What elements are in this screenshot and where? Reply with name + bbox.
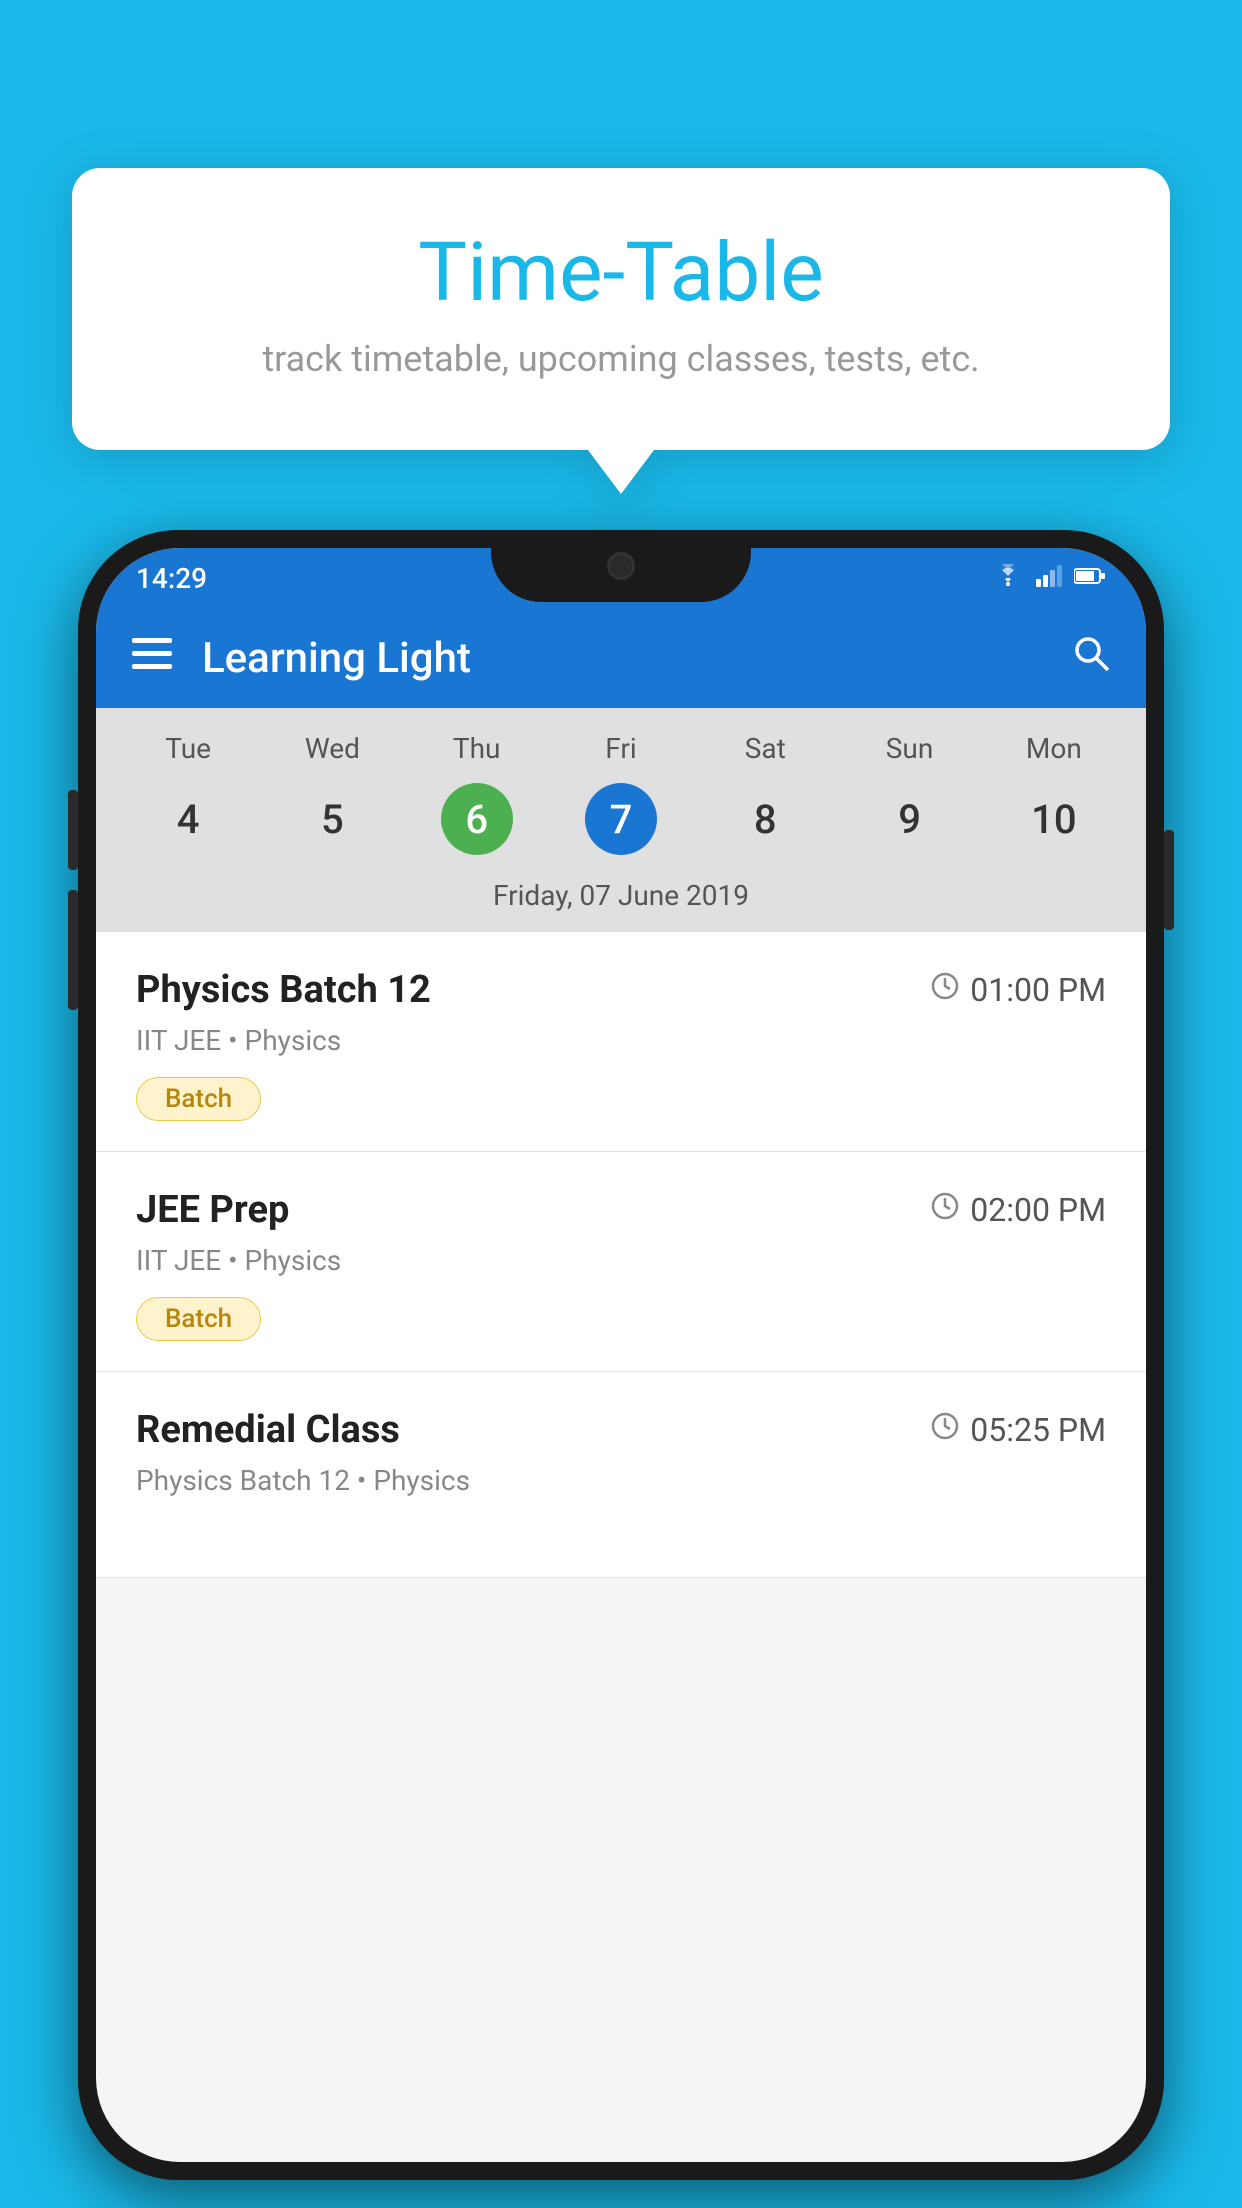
schedule-card-3[interactable]: Remedial Class 05:25 PM Physics Batch: [96, 1372, 1146, 1578]
schedule-card-1[interactable]: Physics Batch 12 01:00 PM IIT JEE • P: [96, 932, 1146, 1152]
clock-icon-1: [930, 971, 960, 1009]
phone-notch: [491, 530, 751, 602]
date-8[interactable]: 8: [693, 783, 837, 855]
selected-date-label: Friday, 07 June 2019: [96, 871, 1146, 932]
card-2-subtitle: IIT JEE • Physics: [136, 1244, 1106, 1277]
day-header-sat: Sat: [693, 732, 837, 775]
card-2-title: JEE Prep: [136, 1188, 289, 1232]
date-7-selected[interactable]: 7: [585, 783, 657, 855]
volume-up-button[interactable]: [68, 790, 78, 870]
clock-icon-3: [930, 1411, 960, 1449]
day-headers: Tue Wed Thu Fri Sat Sun Mon: [96, 732, 1146, 775]
schedule-card-2[interactable]: JEE Prep 02:00 PM IIT JEE • Physics: [96, 1152, 1146, 1372]
phone-screen: 14:29: [96, 548, 1146, 2162]
card-1-subtitle: IIT JEE • Physics: [136, 1024, 1106, 1057]
phone-camera: [607, 552, 635, 580]
card-3-title: Remedial Class: [136, 1408, 400, 1452]
signal-icon: [1036, 565, 1062, 591]
day-header-tue: Tue: [116, 732, 260, 775]
day-header-fri: Fri: [549, 732, 693, 775]
card-1-header: Physics Batch 12 01:00 PM: [136, 968, 1106, 1012]
day-header-mon: Mon: [982, 732, 1126, 775]
search-button[interactable]: [1072, 634, 1110, 682]
clock-icon-2: [930, 1191, 960, 1229]
battery-icon: [1074, 567, 1106, 589]
tooltip-card: Time-Table track timetable, upcoming cla…: [72, 168, 1170, 450]
day-header-wed: Wed: [260, 732, 404, 775]
status-time: 14:29: [136, 562, 207, 595]
app-bar: Learning Light: [96, 608, 1146, 708]
schedule-list: Physics Batch 12 01:00 PM IIT JEE • P: [96, 932, 1146, 1578]
card-3-subtitle: Physics Batch 12 • Physics: [136, 1464, 1106, 1497]
status-icons: [992, 563, 1106, 593]
tooltip-title: Time-Table: [152, 228, 1090, 318]
day-header-sun: Sun: [837, 732, 981, 775]
card-2-time: 02:00 PM: [930, 1191, 1106, 1229]
card-2-header: JEE Prep 02:00 PM: [136, 1188, 1106, 1232]
date-4[interactable]: 4: [116, 783, 260, 855]
hamburger-icon[interactable]: [132, 636, 172, 680]
wifi-icon: [992, 563, 1024, 593]
date-9[interactable]: 9: [837, 783, 981, 855]
date-5[interactable]: 5: [260, 783, 404, 855]
calendar-strip: Tue Wed Thu Fri Sat Sun Mon 4 5 6 7 8 9 …: [96, 708, 1146, 932]
card-1-badge: Batch: [136, 1077, 261, 1121]
phone-mockup: 14:29: [78, 530, 1164, 2180]
date-10[interactable]: 10: [982, 783, 1126, 855]
day-numbers: 4 5 6 7 8 9 10: [96, 775, 1146, 871]
card-3-time: 05:25 PM: [930, 1411, 1106, 1449]
card-2-badge: Batch: [136, 1297, 261, 1341]
card-1-title: Physics Batch 12: [136, 968, 431, 1012]
volume-down-button[interactable]: [68, 890, 78, 1010]
card-1-time: 01:00 PM: [930, 971, 1106, 1009]
app-bar-title: Learning Light: [202, 634, 1072, 683]
tooltip-subtitle: track timetable, upcoming classes, tests…: [152, 338, 1090, 380]
card-3-header: Remedial Class 05:25 PM: [136, 1408, 1106, 1452]
day-header-thu: Thu: [405, 732, 549, 775]
phone-outer: 14:29: [78, 530, 1164, 2180]
date-6-today[interactable]: 6: [441, 783, 513, 855]
power-button[interactable]: [1164, 830, 1174, 930]
